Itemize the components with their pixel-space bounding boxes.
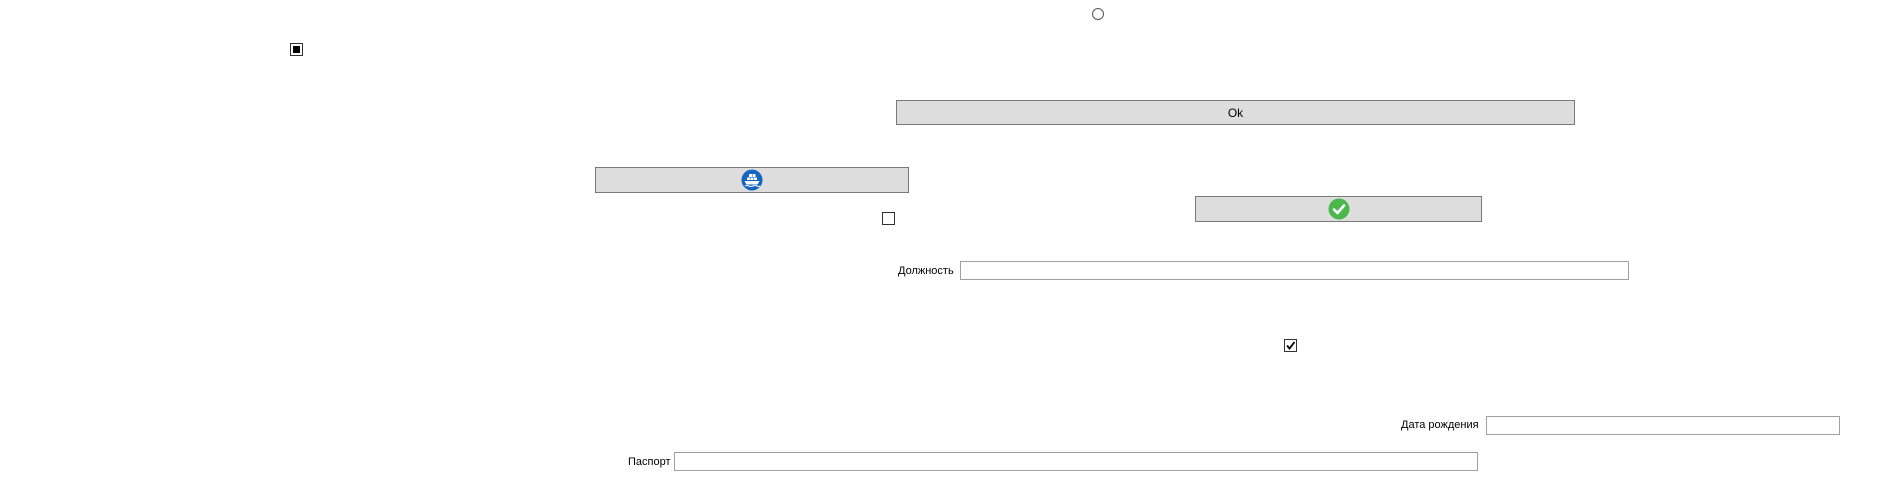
ship-icon <box>741 169 763 191</box>
checked-checkbox[interactable] <box>1284 339 1297 352</box>
passport-field[interactable] <box>674 452 1478 471</box>
birthdate-field[interactable] <box>1486 416 1840 435</box>
birthdate-label: Дата рождения <box>1401 419 1479 431</box>
indeterminate-checkbox[interactable] <box>290 43 303 56</box>
position-label: Должность <box>898 265 954 277</box>
confirm-button[interactable] <box>1195 196 1482 222</box>
checkmark-circle-icon <box>1328 198 1350 220</box>
check-mark-icon <box>1286 341 1296 350</box>
position-field[interactable] <box>960 261 1629 280</box>
ok-button-label: Ok <box>1227 105 1244 120</box>
ok-button[interactable]: Ok <box>896 100 1575 125</box>
checkbox[interactable] <box>882 212 895 225</box>
passport-label: Паспорт <box>628 456 671 468</box>
radio-button[interactable] <box>1092 8 1104 20</box>
ship-button[interactable] <box>595 167 909 193</box>
